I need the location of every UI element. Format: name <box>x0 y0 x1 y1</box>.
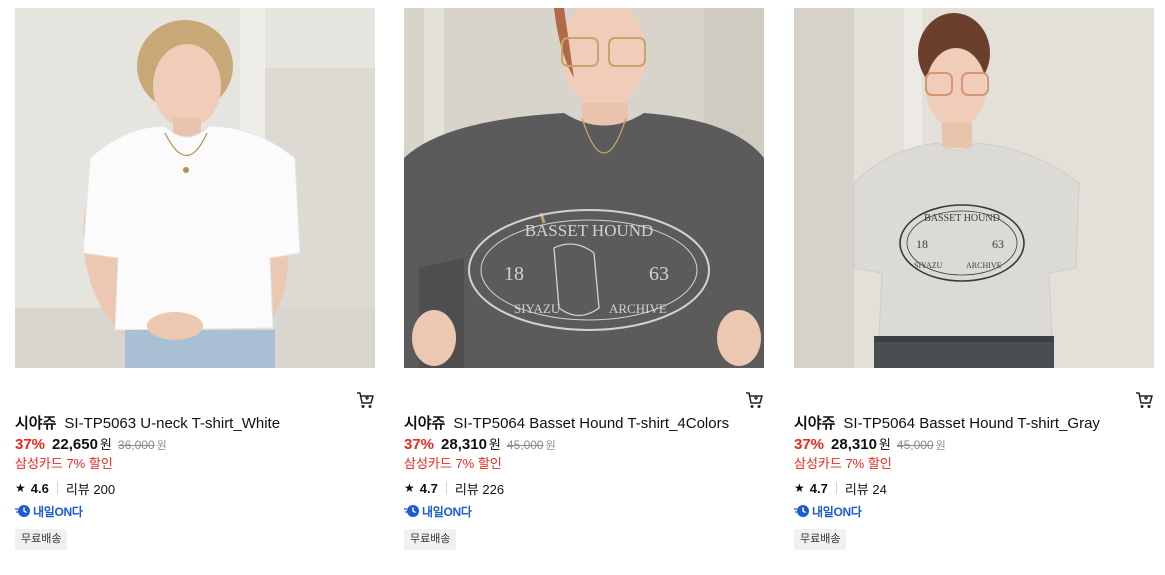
product-title[interactable]: 시야쥬 SI-TP5064 Basset Hound T-shirt_Gray <box>794 412 1154 436</box>
review-count: 리뷰 200 <box>65 481 116 497</box>
original-price: 45,000 <box>506 438 544 452</box>
graphic-bottom-right: ARCHIVE <box>966 261 1002 270</box>
graphic-top-text: BASSET HOUND <box>924 213 1000 224</box>
brand-name: 시야쥬 <box>404 415 446 432</box>
free-shipping-badge: 무료배송 <box>404 529 457 550</box>
sale-price: 28,310 <box>441 436 487 453</box>
delivery-text: 내일ON다 <box>422 504 472 519</box>
price-row: 37% 28,310 원 45,000 원 <box>794 435 1154 455</box>
fast-delivery-icon <box>15 505 30 517</box>
currency: 원 <box>99 437 112 452</box>
sale-price: 22,650 <box>52 436 98 453</box>
graphic-year-right: 63 <box>649 263 669 285</box>
product-image[interactable]: BASSET HOUND 18 63 SIYAZU ARCHIVE <box>404 8 764 368</box>
divider <box>56 482 58 494</box>
product-card[interactable]: BASSET HOUND 18 63 SIYAZU ARCHIVE 시야쥬 SI-… <box>794 8 1154 550</box>
review-count: 리뷰 226 <box>454 481 505 497</box>
product-card[interactable]: 시야쥬 SI-TP5063 U-neck T-shirt_White 37% 22… <box>15 8 375 550</box>
product-name: SI-TP5064 Basset Hound T-shirt_4Colors <box>453 415 730 432</box>
product-title[interactable]: 시야쥬 SI-TP5063 U-neck T-shirt_White <box>15 412 375 436</box>
discount-rate: 37% <box>404 436 435 453</box>
fast-delivery-icon <box>404 505 419 517</box>
product-grid: 시야쥬 SI-TP5063 U-neck T-shirt_White 37% 22… <box>0 0 1165 575</box>
delivery-badge: 내일ON다 <box>15 503 375 519</box>
graphic-year-right: 63 <box>992 237 1004 251</box>
card-discount-promo: 삼성카드 7% 할인 <box>15 456 113 471</box>
rating-row: ★ 4.7 리뷰 24 <box>794 478 1154 498</box>
graphic-year-left: 18 <box>504 263 524 285</box>
discount-rate: 37% <box>15 436 46 453</box>
product-image[interactable]: BASSET HOUND 18 63 SIYAZU ARCHIVE <box>794 8 1154 368</box>
free-shipping-badge: 무료배송 <box>15 529 68 550</box>
delivery-badge: 내일ON다 <box>794 503 1154 519</box>
free-shipping-badge: 무료배송 <box>794 529 847 550</box>
original-price: 36,000 <box>117 438 155 452</box>
product-photo-charcoal-tshirt: BASSET HOUND 18 63 SIYAZU ARCHIVE <box>404 8 764 368</box>
currency: 원 <box>878 437 891 452</box>
currency: 원 <box>488 437 501 452</box>
original-price: 45,000 <box>896 438 934 452</box>
rating-score: 4.7 <box>419 480 438 496</box>
delivery-text: 내일ON다 <box>812 504 862 519</box>
star-icon: ★ <box>794 481 805 495</box>
cart-icon[interactable] <box>355 390 375 410</box>
divider <box>445 482 447 494</box>
graphic-bottom-right: ARCHIVE <box>609 301 667 316</box>
discount-rate: 37% <box>794 436 825 453</box>
sale-price: 28,310 <box>831 436 877 453</box>
divider <box>835 482 837 494</box>
graphic-bottom-left: SIYAZU <box>514 301 561 316</box>
original-currency: 원 <box>545 440 556 452</box>
graphic-top-text: BASSET HOUND <box>525 221 654 240</box>
price-row: 37% 22,650 원 36,000 원 <box>15 435 375 455</box>
product-photo-white-tshirt <box>15 8 375 368</box>
product-name: SI-TP5064 Basset Hound T-shirt_Gray <box>843 415 1100 432</box>
delivery-badge: 내일ON다 <box>404 503 764 519</box>
star-icon: ★ <box>404 481 415 495</box>
product-image[interactable] <box>15 8 375 368</box>
graphic-year-left: 18 <box>916 237 928 251</box>
original-currency: 원 <box>935 440 946 452</box>
product-name: SI-TP5063 U-neck T-shirt_White <box>64 415 281 432</box>
card-discount-promo: 삼성카드 7% 할인 <box>404 456 502 471</box>
product-title[interactable]: 시야쥬 SI-TP5064 Basset Hound T-shirt_4Color… <box>404 412 764 436</box>
brand-name: 시야쥬 <box>794 415 836 432</box>
product-photo-gray-tshirt: BASSET HOUND 18 63 SIYAZU ARCHIVE <box>794 8 1154 368</box>
product-card[interactable]: BASSET HOUND 18 63 SIYAZU ARCHIVE 시야쥬 SI-… <box>404 8 764 550</box>
rating-score: 4.7 <box>809 480 828 496</box>
graphic-bottom-left: SIYAZU <box>914 261 943 270</box>
rating-row: ★ 4.7 리뷰 226 <box>404 478 764 498</box>
card-discount-promo: 삼성카드 7% 할인 <box>794 456 892 471</box>
price-row: 37% 28,310 원 45,000 원 <box>404 435 764 455</box>
cart-icon[interactable] <box>1134 390 1154 410</box>
delivery-text: 내일ON다 <box>33 504 83 519</box>
review-count: 리뷰 24 <box>844 481 887 497</box>
cart-icon[interactable] <box>744 390 764 410</box>
rating-row: ★ 4.6 리뷰 200 <box>15 478 375 498</box>
brand-name: 시야쥬 <box>15 415 57 432</box>
original-currency: 원 <box>156 440 167 452</box>
star-icon: ★ <box>15 481 26 495</box>
fast-delivery-icon <box>794 505 809 517</box>
rating-score: 4.6 <box>30 480 49 496</box>
